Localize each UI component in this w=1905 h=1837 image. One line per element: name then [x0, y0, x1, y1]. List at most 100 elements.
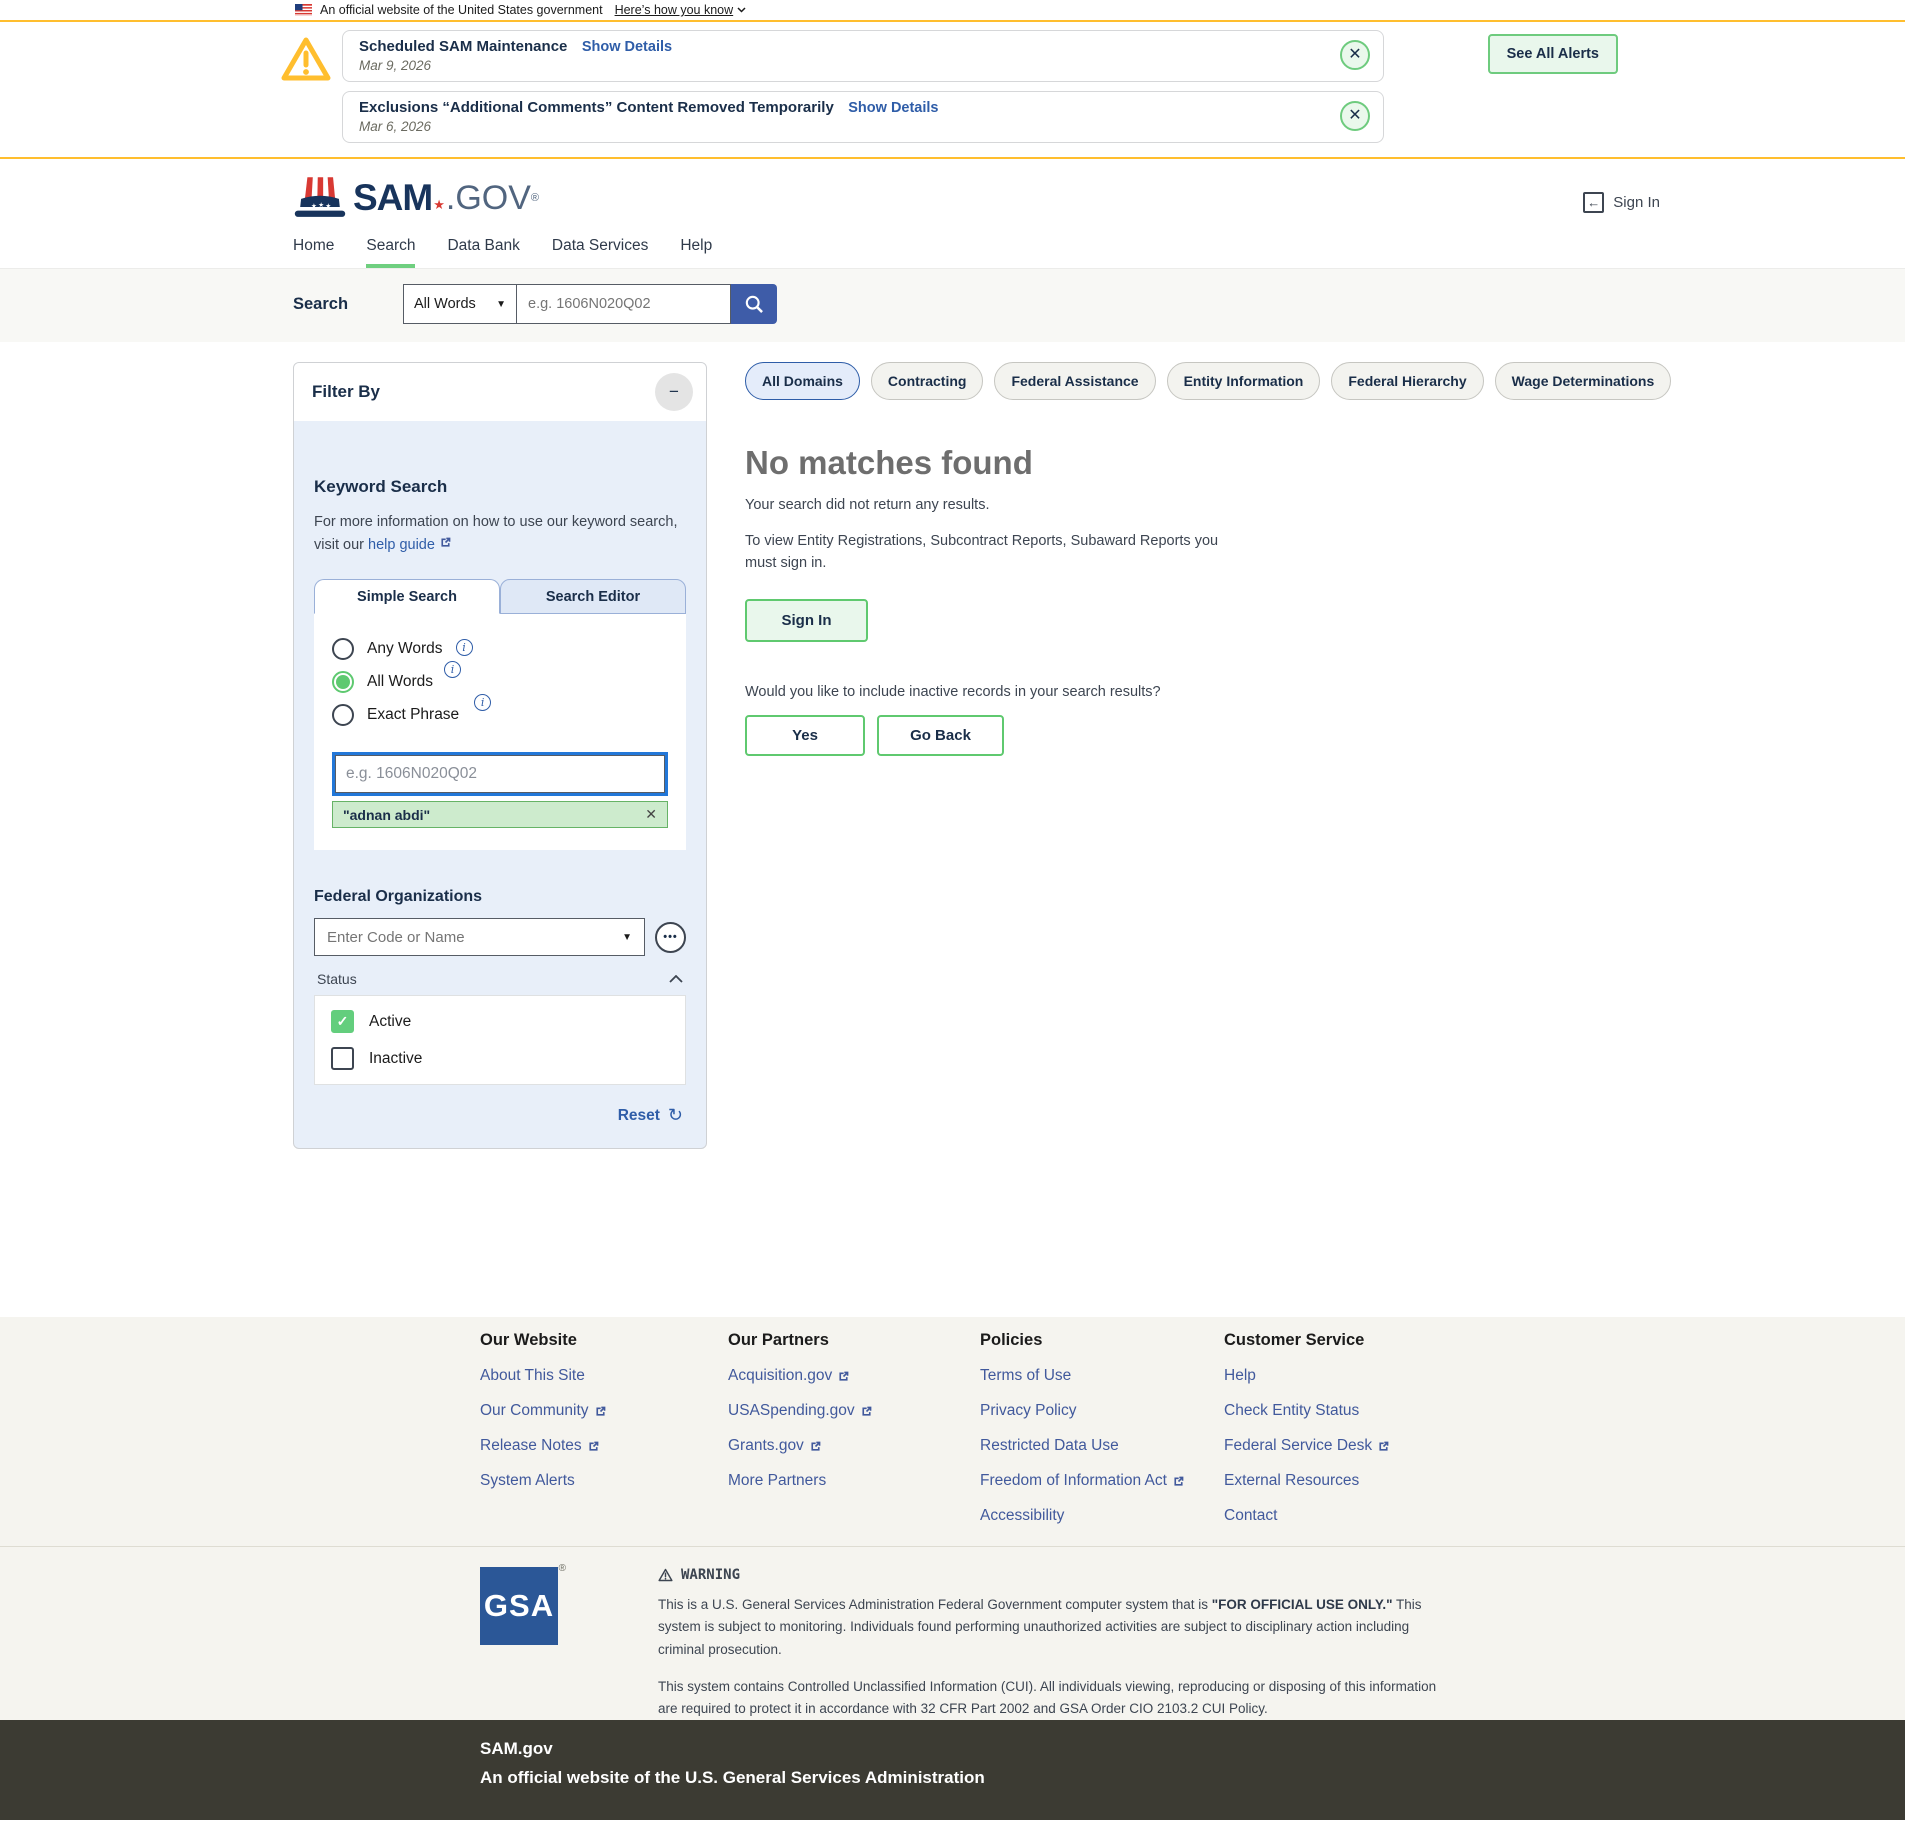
- footer-link[interactable]: Accessibility: [980, 1507, 1224, 1525]
- simple-search-panel: Any Words i All Words i Exact Phrase i e…: [314, 614, 686, 851]
- external-link-icon: [439, 536, 452, 549]
- alert-show-details-link[interactable]: Show Details: [582, 39, 672, 55]
- sign-in-note: To view Entity Registrations, Subcontrac…: [745, 533, 1219, 571]
- sign-in-arrow-icon: ←: [1583, 192, 1605, 213]
- warning-paragraph-1: This is a U.S. General Services Administ…: [658, 1597, 1422, 1657]
- footer-link[interactable]: Help: [1224, 1367, 1390, 1385]
- search-label: Search: [293, 294, 349, 313]
- header-sign-in-link[interactable]: ← Sign In: [1583, 192, 1660, 213]
- warning-paragraph-2: This system contains Controlled Unclassi…: [658, 1678, 1437, 1717]
- info-icon[interactable]: i: [455, 638, 473, 656]
- footer-link[interactable]: Terms of Use: [980, 1367, 1224, 1385]
- uncle-sam-hat-icon: ★ ★ ★: [294, 177, 346, 217]
- alert-close-button[interactable]: ✕: [1340, 101, 1370, 131]
- footer-link[interactable]: Restricted Data Use: [980, 1437, 1224, 1455]
- radio-any-words[interactable]: Any Words i: [332, 638, 668, 661]
- sam-gov-logo[interactable]: ★ ★ ★ SAM ★ .GOV ®: [293, 175, 539, 221]
- chevron-down-icon: [737, 7, 746, 13]
- external-link-icon: [837, 1370, 850, 1383]
- footer-column-policies: Policies Terms of Use Privacy Policy Res…: [980, 1331, 1224, 1542]
- footer-link[interactable]: About This Site: [480, 1367, 728, 1385]
- pill-wage-determinations[interactable]: Wage Determinations: [1494, 362, 1672, 400]
- collapse-filters-button[interactable]: −: [655, 373, 693, 411]
- remove-tag-icon[interactable]: ✕: [645, 806, 657, 823]
- nav-item-home[interactable]: Home: [293, 237, 334, 268]
- warning-triangle-icon: [281, 37, 331, 81]
- footer-column-our-website: Our Website About This Site Our Communit…: [480, 1331, 728, 1542]
- minus-icon: −: [669, 382, 679, 401]
- footer-link[interactable]: Our Community: [480, 1402, 728, 1420]
- filter-by-title: Filter By: [312, 382, 381, 401]
- results-area: All Domains Contracting Federal Assistan…: [745, 362, 1672, 756]
- footer-link[interactable]: Grants.gov: [728, 1437, 980, 1455]
- magnifier-icon: [745, 295, 763, 313]
- keyword-search-input[interactable]: [335, 755, 665, 794]
- footer-link[interactable]: USASpending.gov: [728, 1402, 980, 1420]
- yes-button[interactable]: Yes: [745, 714, 865, 756]
- more-options-button[interactable]: •••: [655, 921, 686, 953]
- external-link-icon: [587, 1440, 600, 1453]
- footer-link[interactable]: More Partners: [728, 1472, 980, 1490]
- how-you-know-link[interactable]: Here’s how you know: [615, 3, 747, 17]
- alert-close-button[interactable]: ✕: [1340, 40, 1370, 70]
- main-content: Filter By − Keyword Search For more info…: [0, 342, 1905, 1317]
- alerts-section: Scheduled SAM Maintenance Show Details M…: [0, 22, 1905, 159]
- info-icon[interactable]: i: [444, 660, 462, 678]
- pill-federal-hierarchy[interactable]: Federal Hierarchy: [1331, 362, 1484, 400]
- search-submit-button[interactable]: [731, 284, 777, 324]
- status-active-option[interactable]: ✓ Active: [331, 1010, 669, 1034]
- info-icon[interactable]: i: [474, 693, 492, 711]
- reset-filters-button[interactable]: Reset ↻: [317, 1105, 683, 1126]
- see-all-alerts-button[interactable]: See All Alerts: [1487, 34, 1618, 74]
- logo-registered-mark: ®: [530, 192, 540, 204]
- federal-organizations-heading: Federal Organizations: [314, 888, 483, 906]
- sign-in-button[interactable]: Sign In: [745, 598, 868, 642]
- tab-simple-search[interactable]: Simple Search: [314, 579, 500, 615]
- search-band: Search All Words ▼: [0, 268, 1905, 342]
- footer-link[interactable]: Federal Service Desk: [1224, 1437, 1390, 1455]
- nav-item-search[interactable]: Search: [366, 237, 416, 268]
- external-link-icon: [1377, 1440, 1390, 1453]
- pill-federal-assistance[interactable]: Federal Assistance: [994, 362, 1156, 400]
- no-matches-subtitle: Your search did not return any results.: [745, 497, 990, 513]
- alert-show-details-link[interactable]: Show Details: [848, 100, 938, 116]
- pill-all-domains[interactable]: All Domains: [745, 362, 860, 400]
- refresh-icon: ↻: [667, 1105, 683, 1126]
- federal-org-select[interactable]: Enter Code or Name ▼: [314, 918, 645, 957]
- nav-item-help[interactable]: Help: [680, 237, 712, 268]
- alert-title: Scheduled SAM Maintenance: [359, 38, 568, 55]
- nav-item-data-bank[interactable]: Data Bank: [447, 237, 519, 268]
- page-footer: Our Website About This Site Our Communit…: [0, 1317, 1905, 1721]
- status-inactive-option[interactable]: Inactive: [331, 1047, 669, 1071]
- search-mode-select[interactable]: All Words ▼: [403, 284, 517, 324]
- footer-link[interactable]: Acquisition.gov: [728, 1367, 980, 1385]
- logo-text-gov: .GOV: [445, 178, 531, 217]
- radio-button[interactable]: [332, 638, 354, 661]
- footer-link[interactable]: Freedom of Information Act: [980, 1472, 1224, 1490]
- warning-triangle-small-icon: [658, 1568, 673, 1582]
- radio-exact-phrase[interactable]: Exact Phrase i: [332, 693, 668, 727]
- checkbox-unchecked[interactable]: [331, 1047, 354, 1071]
- keyword-tag: "adnan abdi" ✕: [332, 801, 668, 829]
- radio-button-selected[interactable]: [332, 671, 354, 694]
- tab-search-editor[interactable]: Search Editor: [500, 579, 686, 615]
- pill-contracting[interactable]: Contracting: [870, 362, 984, 400]
- footer-link[interactable]: Privacy Policy: [980, 1402, 1224, 1420]
- go-back-button[interactable]: Go Back: [877, 714, 1004, 756]
- radio-button[interactable]: [332, 704, 354, 727]
- no-matches-title: No matches found: [745, 444, 1033, 481]
- pill-entity-information[interactable]: Entity Information: [1166, 362, 1321, 400]
- nav-item-data-services[interactable]: Data Services: [552, 237, 648, 268]
- warning-heading: WARNING: [658, 1567, 1453, 1583]
- radio-all-words[interactable]: All Words i: [332, 660, 668, 694]
- status-section-toggle[interactable]: Status: [317, 971, 683, 987]
- footer-link[interactable]: Check Entity Status: [1224, 1402, 1390, 1420]
- footer-link[interactable]: Contact: [1224, 1507, 1390, 1525]
- help-guide-link[interactable]: help guide: [368, 537, 452, 553]
- checkbox-checked[interactable]: ✓: [331, 1010, 354, 1034]
- footer-link[interactable]: External Resources: [1224, 1472, 1390, 1490]
- footer-link[interactable]: Release Notes: [480, 1437, 728, 1455]
- footer-link[interactable]: System Alerts: [480, 1472, 728, 1490]
- footer-site-name: SAM.gov: [480, 1739, 553, 1759]
- global-search-input[interactable]: [517, 284, 731, 324]
